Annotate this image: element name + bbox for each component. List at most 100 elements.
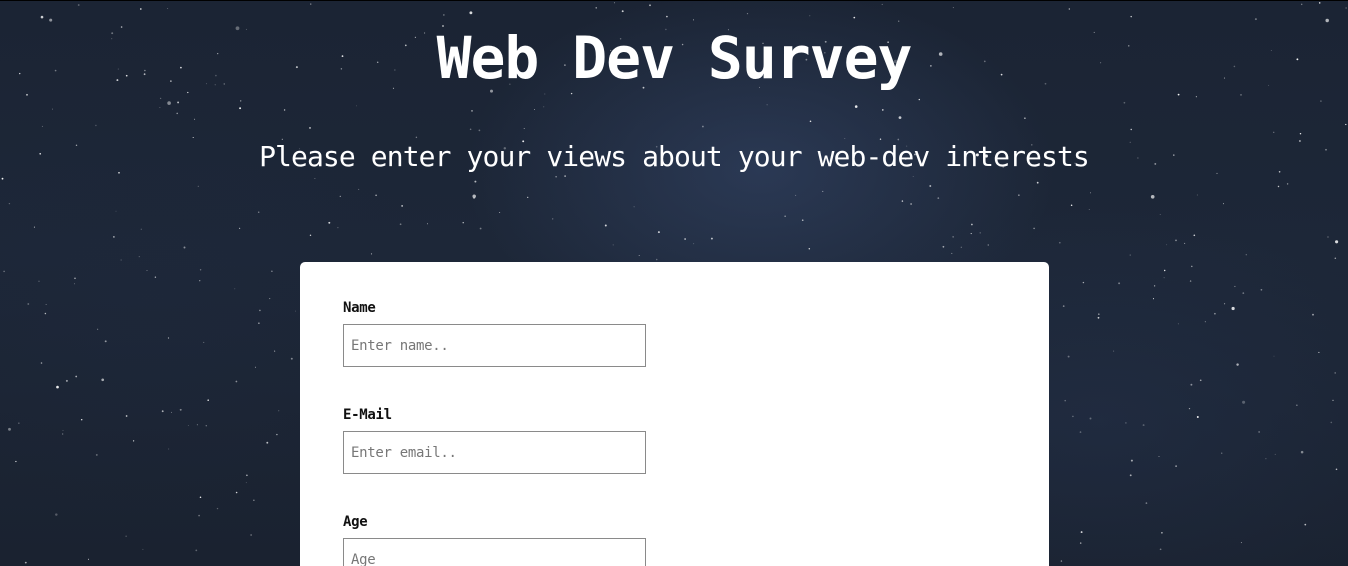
star xyxy=(142,548,144,550)
star xyxy=(240,100,242,102)
star xyxy=(250,534,252,536)
star xyxy=(146,270,148,272)
star xyxy=(822,190,824,192)
star xyxy=(657,231,660,234)
star xyxy=(655,258,658,261)
star xyxy=(479,227,482,230)
star xyxy=(1265,458,1267,460)
star xyxy=(809,120,812,123)
star xyxy=(960,246,962,248)
star xyxy=(195,549,198,552)
star xyxy=(853,16,856,19)
star xyxy=(113,236,115,238)
star xyxy=(469,128,472,131)
star xyxy=(1070,204,1073,207)
star xyxy=(784,215,786,217)
star xyxy=(1113,350,1115,352)
star xyxy=(3,270,5,273)
star xyxy=(18,422,20,424)
star xyxy=(246,474,248,477)
star xyxy=(1098,313,1100,315)
star xyxy=(1064,399,1066,402)
star xyxy=(1163,277,1165,279)
star xyxy=(62,433,64,435)
star xyxy=(1082,281,1085,284)
star xyxy=(766,104,768,106)
star xyxy=(1300,3,1303,6)
star xyxy=(1224,303,1226,305)
survey-form: Name E-Mail Age xyxy=(300,262,1049,566)
star xyxy=(1152,298,1155,300)
star xyxy=(1158,456,1160,458)
star xyxy=(196,424,198,426)
star xyxy=(1089,417,1092,420)
top-border xyxy=(0,0,1348,1)
star xyxy=(898,116,902,119)
star xyxy=(1079,542,1082,544)
star xyxy=(45,303,47,305)
star xyxy=(1060,560,1063,562)
star xyxy=(1175,239,1177,242)
star xyxy=(1177,323,1179,325)
star xyxy=(1304,523,1307,526)
star xyxy=(1320,100,1322,102)
age-input[interactable] xyxy=(343,538,646,566)
email-field-group: E-Mail xyxy=(343,406,646,474)
star xyxy=(801,219,804,222)
star xyxy=(238,227,241,230)
star xyxy=(203,341,205,343)
star xyxy=(795,194,797,196)
star xyxy=(259,309,261,312)
star xyxy=(295,310,297,312)
star xyxy=(633,206,635,208)
star xyxy=(356,105,357,107)
star xyxy=(258,322,260,324)
star xyxy=(1159,213,1161,215)
star xyxy=(474,180,477,183)
star xyxy=(74,277,76,280)
star xyxy=(370,253,373,255)
page-title: Web Dev Survey xyxy=(436,24,913,92)
star xyxy=(171,411,172,413)
star xyxy=(176,112,178,115)
star xyxy=(95,124,97,127)
star xyxy=(555,176,557,178)
star xyxy=(1129,474,1132,477)
star xyxy=(462,222,464,224)
name-input[interactable] xyxy=(343,324,646,367)
star xyxy=(167,8,169,10)
star xyxy=(612,244,614,246)
email-input[interactable] xyxy=(343,431,646,474)
star xyxy=(235,491,238,494)
star xyxy=(710,237,713,240)
star xyxy=(1036,181,1039,184)
star xyxy=(1221,452,1223,454)
star xyxy=(1334,257,1337,259)
star xyxy=(257,211,260,213)
star xyxy=(95,453,98,456)
star xyxy=(1062,305,1065,307)
star xyxy=(604,224,607,227)
star xyxy=(125,415,128,417)
star xyxy=(621,10,624,13)
star xyxy=(952,236,954,238)
star xyxy=(328,221,331,224)
star xyxy=(399,223,402,226)
star xyxy=(8,202,11,205)
star xyxy=(912,176,914,177)
star xyxy=(187,425,189,426)
star xyxy=(177,101,180,104)
star xyxy=(52,108,54,110)
star xyxy=(1166,244,1168,246)
star xyxy=(1277,185,1280,188)
star xyxy=(75,375,78,378)
star xyxy=(235,380,238,383)
star xyxy=(1236,363,1239,366)
star xyxy=(1330,421,1333,424)
star xyxy=(1260,288,1263,291)
star xyxy=(1067,355,1070,358)
star xyxy=(1161,531,1163,534)
star xyxy=(692,19,695,21)
star xyxy=(809,15,811,17)
star xyxy=(1318,351,1320,353)
